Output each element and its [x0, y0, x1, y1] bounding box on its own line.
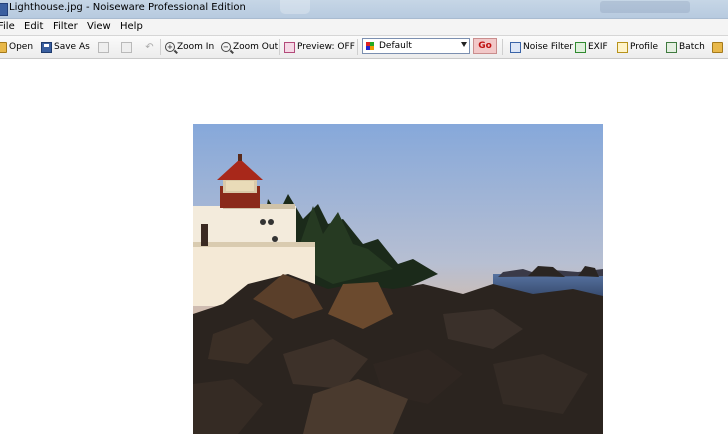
- copy-button[interactable]: [98, 39, 109, 55]
- zoom-in-button[interactable]: + Zoom In: [165, 39, 214, 55]
- lighthouse-photo: [193, 124, 603, 434]
- toolbar-separator: [160, 39, 161, 55]
- exif-icon: [575, 41, 586, 53]
- paste-icon: [121, 41, 132, 53]
- menu-filter[interactable]: Filter: [53, 21, 78, 32]
- toolbar-separator: [357, 39, 358, 55]
- menu-file[interactable]: File: [0, 21, 15, 32]
- paste-button[interactable]: [121, 39, 132, 55]
- app-icon[interactable]: [0, 3, 8, 16]
- undo-button[interactable]: ↶: [144, 39, 155, 55]
- exif-button[interactable]: EXIF: [575, 39, 608, 55]
- menu-view[interactable]: View: [87, 21, 111, 32]
- batch-button[interactable]: Batch: [666, 39, 705, 55]
- zoom-in-label: Zoom In: [177, 42, 215, 52]
- open-button[interactable]: Open: [0, 39, 33, 55]
- window-title: Lighthouse.jpg - Noiseware Professional …: [9, 2, 246, 13]
- chevron-down-icon[interactable]: [461, 42, 467, 47]
- title-bar-decoration-right: [600, 1, 690, 13]
- go-button[interactable]: Go: [473, 38, 497, 54]
- noise-filter-label: Noise Filter: [523, 42, 574, 52]
- toolbar-separator: [279, 39, 280, 55]
- profile-button[interactable]: Profile: [617, 39, 658, 55]
- save-icon: [41, 41, 52, 53]
- undo-icon: ↶: [145, 41, 154, 53]
- exif-label: EXIF: [588, 42, 608, 52]
- toolbar-separator: [502, 39, 503, 55]
- zoom-in-icon: +: [165, 42, 175, 52]
- profile-label: Profile: [630, 42, 658, 52]
- preset-dropdown[interactable]: Default: [362, 38, 470, 54]
- open-label: Open: [9, 42, 34, 52]
- save-as-button[interactable]: Save As: [41, 39, 90, 55]
- zoom-out-button[interactable]: − Zoom Out: [221, 39, 278, 55]
- noise-filter-button[interactable]: Noise Filter: [510, 39, 573, 55]
- preview-toggle-button[interactable]: Preview: OFF: [284, 39, 355, 55]
- batch-label: Batch: [679, 42, 705, 52]
- title-bar-decoration: [280, 0, 310, 14]
- copy-icon: [98, 41, 109, 53]
- overflow-icon: [712, 41, 723, 53]
- profile-icon: [617, 41, 628, 53]
- menu-bar: File Edit Filter View Help: [0, 19, 728, 36]
- photo-preview[interactable]: [193, 124, 603, 434]
- next-toolbar-button[interactable]: [712, 39, 723, 55]
- zoom-out-label: Zoom Out: [233, 42, 279, 52]
- preview-label: Preview: OFF: [297, 42, 355, 52]
- save-as-label: Save As: [54, 42, 90, 52]
- menu-edit[interactable]: Edit: [24, 21, 43, 32]
- zoom-out-icon: −: [221, 42, 231, 52]
- preset-icon: [366, 42, 374, 50]
- menu-help[interactable]: Help: [120, 21, 143, 32]
- batch-icon: [666, 41, 677, 53]
- open-icon: [0, 41, 7, 53]
- preview-icon: [284, 41, 295, 53]
- noise-filter-icon: [510, 41, 521, 53]
- title-bar: Lighthouse.jpg - Noiseware Professional …: [0, 0, 728, 19]
- preset-value: Default: [379, 41, 412, 51]
